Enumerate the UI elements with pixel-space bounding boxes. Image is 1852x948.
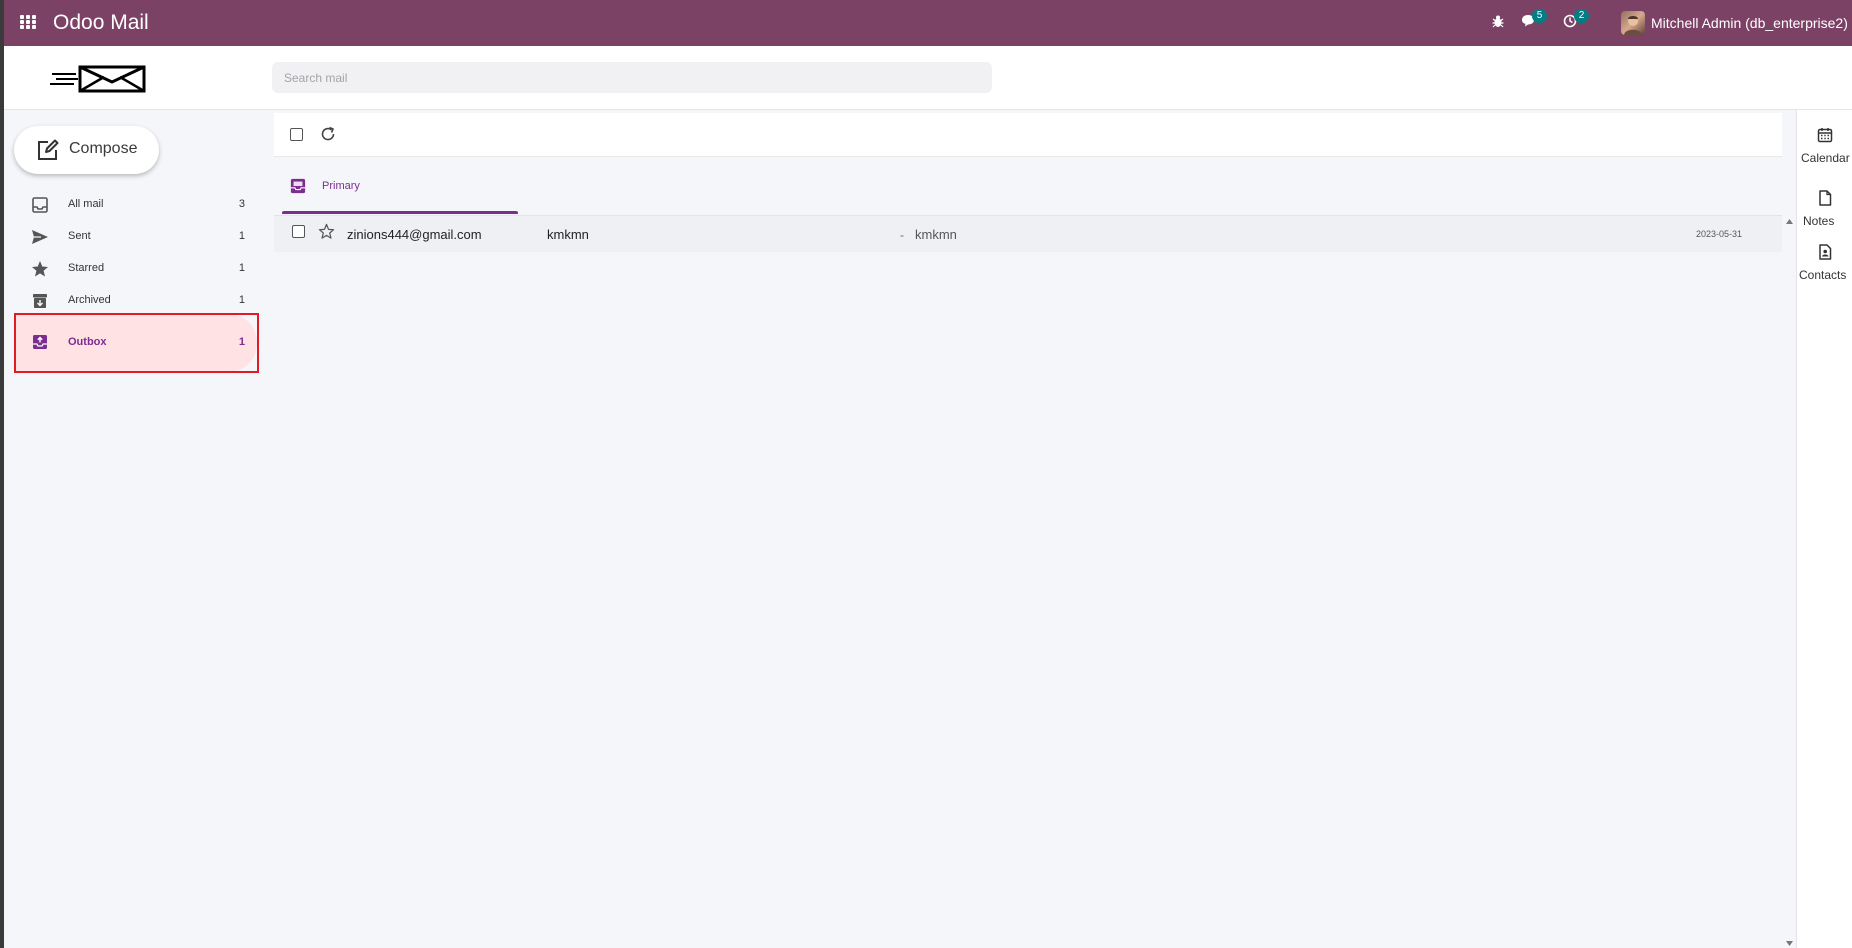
sidebar-item-outbox[interactable]: Outbox 1 xyxy=(14,314,257,372)
tab-active-indicator xyxy=(282,211,518,214)
mail-row[interactable]: zinions444@gmail.com kmkmn - kmkmn 2023-… xyxy=(274,215,1782,252)
sidebar-item-label: Outbox xyxy=(68,336,107,348)
search-input[interactable] xyxy=(272,62,992,93)
rail-label: Calendar xyxy=(1801,151,1850,165)
sidebar-item-count: 3 xyxy=(238,198,245,210)
messages-badge: 5 xyxy=(1532,9,1547,23)
sidebar-item-label: All mail xyxy=(68,198,104,210)
sidebar-item-count: 1 xyxy=(238,230,245,242)
user-menu[interactable]: Mitchell Admin (db_enterprise2) xyxy=(1651,15,1848,31)
activity-clock-icon[interactable]: 2 xyxy=(1563,9,1589,32)
contact-card-icon xyxy=(1819,244,1832,260)
mail-separator: - xyxy=(900,228,904,242)
sidebar-item-label: Archived xyxy=(68,294,111,306)
rail-notes[interactable]: Notes xyxy=(1797,190,1852,246)
bug-icon[interactable] xyxy=(1491,14,1509,32)
list-toolbar xyxy=(274,113,1782,157)
rail-label: Notes xyxy=(1803,214,1835,228)
apps-menu-icon[interactable] xyxy=(20,15,37,30)
mail-snippet: kmkmn xyxy=(915,227,957,242)
refresh-icon[interactable] xyxy=(320,126,336,142)
rail-calendar[interactable]: Calendar xyxy=(1797,127,1852,183)
select-all-checkbox[interactable] xyxy=(290,128,303,141)
row-checkbox[interactable] xyxy=(292,225,305,238)
send-icon xyxy=(32,230,48,244)
sidebar-item-count: 1 xyxy=(238,262,245,274)
window-edge xyxy=(0,0,4,948)
inbox-icon xyxy=(290,178,306,194)
rail-label: Contacts xyxy=(1799,268,1847,282)
sidebar-item-starred[interactable]: Starred 1 xyxy=(14,254,257,284)
list-scrollbar[interactable] xyxy=(1782,215,1797,948)
rail-contacts[interactable]: Contacts xyxy=(1797,244,1852,300)
activities-badge: 2 xyxy=(1574,9,1589,23)
compose-button[interactable]: Compose xyxy=(14,126,159,174)
compose-label: Compose xyxy=(69,140,138,157)
user-avatar[interactable] xyxy=(1621,11,1645,35)
chat-icon[interactable]: 5 xyxy=(1521,9,1547,32)
inbox-icon xyxy=(32,197,48,213)
sidebar-item-count: 1 xyxy=(238,336,245,348)
top-navbar: Odoo Mail 5 2 Mitchell Admin (db_enterpr… xyxy=(0,0,1852,46)
mail-subject: kmkmn xyxy=(547,227,589,242)
tab-label: Primary xyxy=(322,180,360,192)
mail-tabs: Primary xyxy=(274,158,1782,214)
outbox-icon xyxy=(33,335,47,349)
mail-date: 2023-05-31 xyxy=(1695,229,1742,239)
sidebar-item-all-mail[interactable]: All mail 3 xyxy=(14,190,257,220)
sidebar-item-archived[interactable]: Archived 1 xyxy=(14,286,257,316)
star-outline-icon[interactable] xyxy=(318,223,335,240)
note-icon xyxy=(1819,190,1832,206)
archive-icon xyxy=(33,294,47,308)
sidebar-item-label: Sent xyxy=(68,230,91,242)
scroll-down-icon[interactable] xyxy=(1786,941,1793,946)
mail-logo-icon xyxy=(48,64,148,94)
app-title[interactable]: Odoo Mail xyxy=(53,11,149,35)
mail-header xyxy=(4,46,1852,110)
tab-primary[interactable]: Primary xyxy=(282,158,518,214)
right-rail: Calendar Notes Contacts xyxy=(1796,110,1852,948)
sidebar-item-count: 1 xyxy=(238,294,245,306)
scroll-up-icon[interactable] xyxy=(1786,219,1793,224)
mail-sender: zinions444@gmail.com xyxy=(347,227,482,242)
star-icon xyxy=(32,261,48,277)
sidebar-item-label: Starred xyxy=(68,262,105,274)
edit-icon xyxy=(38,139,59,160)
calendar-icon xyxy=(1817,128,1833,143)
sidebar-item-sent[interactable]: Sent 1 xyxy=(14,222,257,252)
